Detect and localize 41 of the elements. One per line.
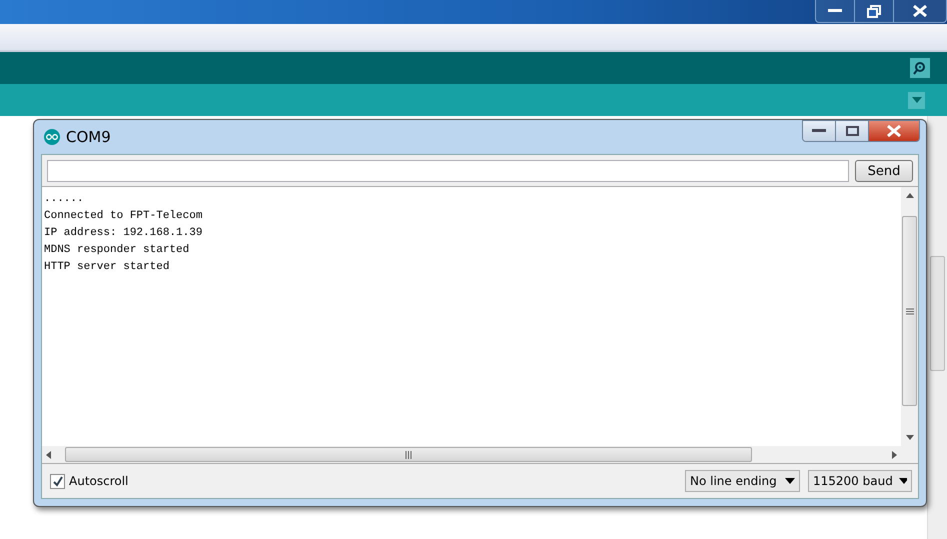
caret-icon: [912, 97, 922, 103]
minimize-icon: [812, 129, 826, 133]
output-line: HTTP server started: [44, 260, 170, 275]
maximize-button[interactable]: [836, 121, 869, 141]
restore-icon: [867, 4, 881, 18]
baud-rate-dropdown[interactable]: 115200 baud: [808, 470, 912, 492]
checkbox-label: Autoscroll: [69, 474, 128, 488]
app-icon: [44, 129, 60, 145]
up-arrow-icon[interactable]: [906, 193, 914, 198]
left-arrow-icon[interactable]: [46, 450, 51, 458]
close-button[interactable]: [869, 121, 919, 141]
caret-icon: [785, 478, 795, 484]
output-line: MDNS responder started: [44, 243, 190, 258]
grip-icon: [906, 308, 914, 314]
minimize-icon: [828, 9, 842, 13]
close-icon: [887, 125, 901, 137]
scrollbar-thumb[interactable]: [930, 256, 945, 371]
minimize-button[interactable]: [816, 0, 855, 22]
minimize-button[interactable]: [803, 121, 836, 141]
scrollbar-thumb[interactable]: [65, 447, 752, 462]
scrollbar[interactable]: [927, 116, 947, 539]
search-button[interactable]: [910, 58, 930, 78]
send-button[interactable]: Send: [855, 160, 913, 182]
search-icon: [912, 61, 928, 75]
output-line: IP address: 192.168.1.39: [44, 226, 204, 241]
window-title: COM9: [66, 128, 111, 146]
close-button[interactable]: [894, 0, 946, 22]
close-icon: [913, 5, 927, 17]
vertical-scrollbar[interactable]: [901, 187, 918, 463]
caret-icon: [898, 478, 907, 484]
scrollbar-thumb[interactable]: [902, 216, 917, 406]
restore-button[interactable]: [855, 0, 894, 22]
down-arrow-icon[interactable]: [906, 435, 914, 440]
output-line: ......: [44, 192, 85, 207]
autoscroll-checkbox[interactable]: [50, 474, 65, 488]
dropdown-button[interactable]: [908, 92, 925, 108]
line-ending-dropdown[interactable]: No line ending: [685, 470, 800, 492]
output-line: Connected to FPT-Telecom: [44, 209, 204, 224]
maximize-icon: [846, 126, 858, 136]
right-arrow-icon[interactable]: [892, 450, 897, 458]
grip-icon: [405, 450, 412, 458]
